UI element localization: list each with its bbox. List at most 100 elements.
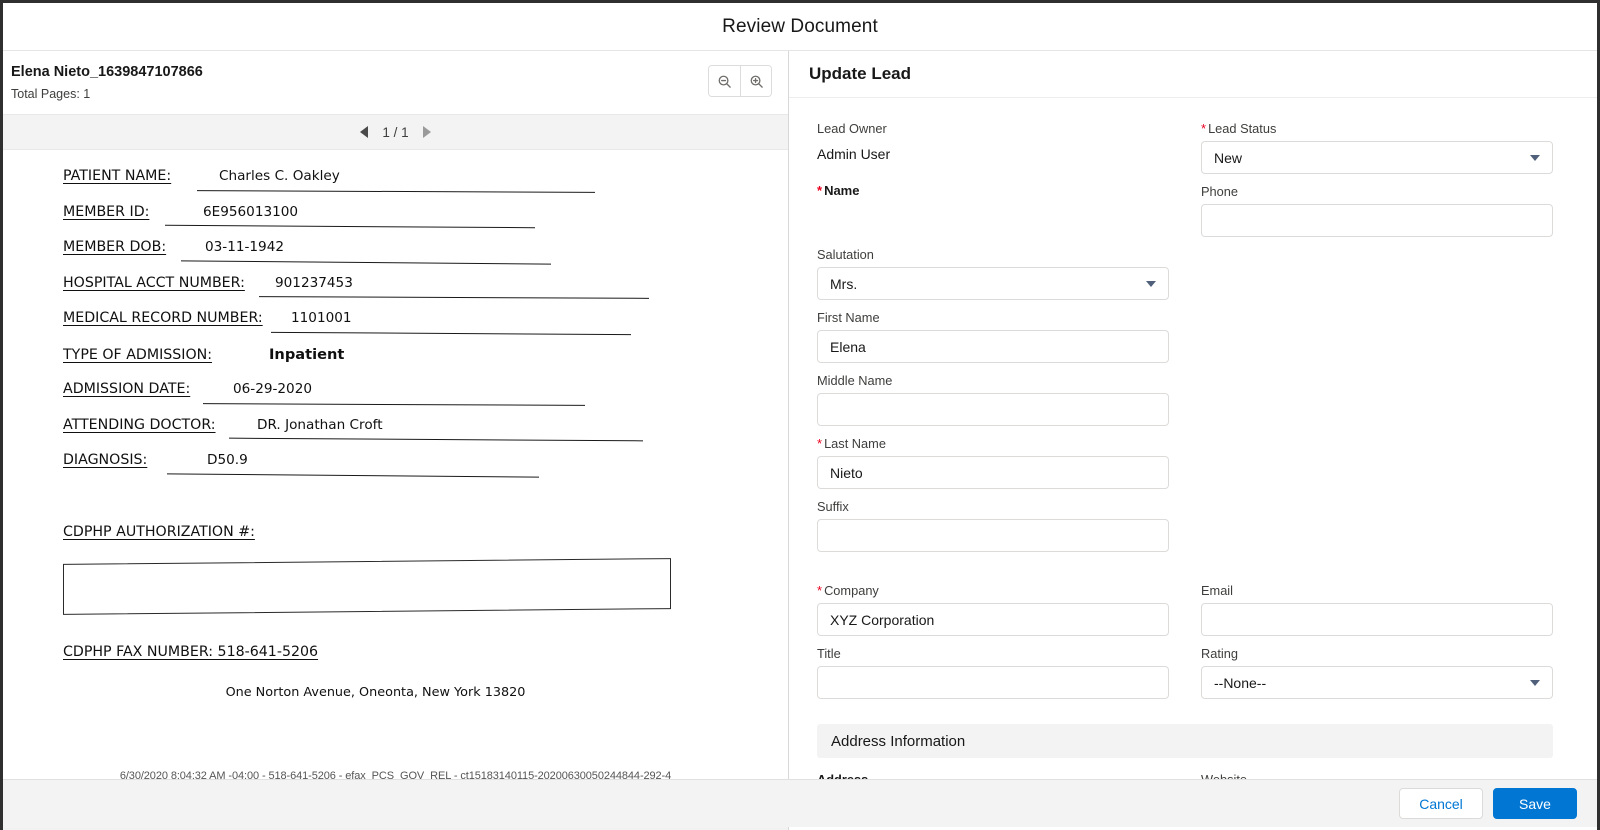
middle-name-input[interactable] <box>817 393 1169 426</box>
email-label: Email <box>1201 583 1233 598</box>
required-marker: * <box>817 436 823 451</box>
document-field-row: TYPE OF ADMISSION: Inpatient <box>63 346 748 368</box>
name-group-header: * Name <box>817 183 1169 237</box>
zoom-in-icon[interactable] <box>740 66 771 96</box>
first-name-input[interactable] <box>817 330 1169 363</box>
document-field-value: 06-29-2020 <box>233 381 313 397</box>
rating-select-wrap[interactable] <box>1201 666 1553 699</box>
field-first-name: First Name <box>817 309 1169 363</box>
document-field-label: PATIENT NAME: <box>63 168 172 184</box>
required-marker: * <box>817 583 823 598</box>
section-address-information: Address Information <box>817 724 1553 758</box>
review-document-window: Review Document Elena Nieto_163984710786… <box>0 0 1600 830</box>
prev-page-icon[interactable] <box>360 126 369 138</box>
document-field-underline <box>270 331 632 336</box>
field-lead-owner: Lead Owner Admin User <box>817 120 1169 174</box>
field-email: Email <box>1201 582 1553 636</box>
document-field-underline <box>181 260 551 265</box>
document-field-value: Inpatient <box>269 345 345 363</box>
document-field-row: DIAGNOSIS: D50.9 <box>63 452 748 478</box>
lead-owner-value: Admin User <box>817 146 891 162</box>
form-header: Update Lead <box>789 51 1597 98</box>
document-field-label: DIAGNOSIS: <box>63 452 148 468</box>
cancel-button[interactable]: Cancel <box>1399 788 1483 819</box>
document-address-line: One Norton Avenue, Oneonta, New York 138… <box>225 684 526 700</box>
required-marker: * <box>1201 121 1207 136</box>
next-page-icon[interactable] <box>422 126 431 138</box>
document-field-label: MEMBER DOB: <box>63 239 167 255</box>
form-action-bar: Cancel Save <box>3 779 1597 827</box>
document-field-value: 6E956013100 <box>203 203 299 220</box>
page-title: Review Document <box>722 15 878 37</box>
document-field-row: PATIENT NAME: Charles C. Oakley <box>63 168 748 193</box>
name-group-label: * Name <box>817 183 860 198</box>
document-meta: Elena Nieto_1639847107866 Total Pages: 1 <box>11 63 203 101</box>
lead-status-label: * Lead Status <box>1201 121 1277 136</box>
page-indicator: 1 / 1 <box>382 124 409 140</box>
document-field-label: TYPE OF ADMISSION: <box>63 346 213 363</box>
main-panes: Elena Nieto_1639847107866 Total Pages: 1 <box>3 51 1597 830</box>
salutation-select[interactable] <box>817 267 1169 300</box>
document-field-underline <box>258 296 650 300</box>
last-name-label: * Last Name <box>817 436 886 451</box>
document-file-name: Elena Nieto_1639847107866 <box>11 64 203 80</box>
document-field-label: MEMBER ID: <box>63 203 150 220</box>
document-fax-number-line: CDPHP FAX NUMBER: 518-641-5206 <box>63 643 319 660</box>
field-title: Title <box>817 645 1169 699</box>
field-lead-status: * Lead Status <box>1201 120 1553 174</box>
lead-status-select[interactable] <box>1201 141 1553 174</box>
zoom-out-icon[interactable] <box>709 66 740 96</box>
document-authorization-box <box>63 557 671 615</box>
company-input[interactable] <box>817 603 1169 636</box>
title-label: Title <box>817 646 841 661</box>
document-field-row: MEMBER DOB: 03-11-1942 <box>63 239 748 265</box>
document-field-row: MEMBER ID: 6E956013100 <box>63 203 748 229</box>
title-input[interactable] <box>817 666 1169 699</box>
document-field-value: 03-11-1942 <box>205 239 285 255</box>
first-name-label: First Name <box>817 310 880 325</box>
document-field-underline <box>202 402 586 406</box>
suffix-input[interactable] <box>817 519 1169 552</box>
save-button[interactable]: Save <box>1493 788 1577 819</box>
field-suffix: Suffix <box>817 498 1169 552</box>
zoom-button-group <box>708 65 772 97</box>
document-field-value: Charles C. Oakley <box>219 168 340 184</box>
rating-select[interactable] <box>1201 666 1553 699</box>
salutation-label: Salutation <box>817 247 874 262</box>
document-total-pages: Total Pages: 1 <box>11 87 91 101</box>
field-company: * Company <box>817 582 1169 636</box>
document-field-row: ATTENDING DOCTOR: DR. Jonathan Croft <box>63 417 748 442</box>
document-field-value: D50.9 <box>207 452 248 468</box>
page-navigation-bar: 1 / 1 <box>3 114 788 150</box>
phone-input[interactable] <box>1201 204 1553 237</box>
document-field-underline <box>164 225 536 229</box>
rating-label: Rating <box>1201 646 1238 661</box>
lead-status-select-wrap[interactable] <box>1201 141 1553 174</box>
phone-label: Phone <box>1201 184 1239 199</box>
document-viewer-header: Elena Nieto_1639847107866 Total Pages: 1 <box>3 51 788 114</box>
field-middle-name: Middle Name <box>817 372 1169 426</box>
document-authorization-label: CDPHP AUTHORIZATION #: <box>63 523 255 540</box>
document-field-row: HOSPITAL ACCT NUMBER: 901237453 <box>63 274 748 300</box>
field-salutation: Salutation <box>817 246 1169 300</box>
document-field-row: ADMISSION DATE: 06-29-2020 <box>63 381 748 406</box>
document-field-row: MEDICAL RECORD NUMBER: 1101001 <box>63 310 748 336</box>
document-field-value: 1101001 <box>291 310 352 326</box>
last-name-input[interactable] <box>817 456 1169 489</box>
address-information-heading: Address Information <box>831 732 966 750</box>
window-title-bar: Review Document <box>3 3 1597 51</box>
document-scroll-area[interactable]: PATIENT NAME: Charles C. Oakley MEMBER ID:… <box>3 150 788 790</box>
field-rating: Rating <box>1201 645 1553 699</box>
document-field-label: HOSPITAL ACCT NUMBER: <box>63 274 245 291</box>
form-scroll-area[interactable]: Lead Owner Admin User *Lead Status *Name <box>789 98 1597 830</box>
document-field-rows: PATIENT NAME: Charles C. Oakley MEMBER ID:… <box>63 168 748 478</box>
middle-name-label: Middle Name <box>817 373 893 388</box>
email-input[interactable] <box>1201 603 1553 636</box>
document-field-underline <box>167 473 539 478</box>
document-field-value: 901237453 <box>275 274 353 291</box>
salutation-select-wrap[interactable] <box>817 267 1169 300</box>
company-label: * Company <box>817 583 879 598</box>
suffix-label: Suffix <box>817 499 849 514</box>
document-field-label: ADMISSION DATE: <box>63 381 191 397</box>
form-title: Update Lead <box>809 64 912 83</box>
